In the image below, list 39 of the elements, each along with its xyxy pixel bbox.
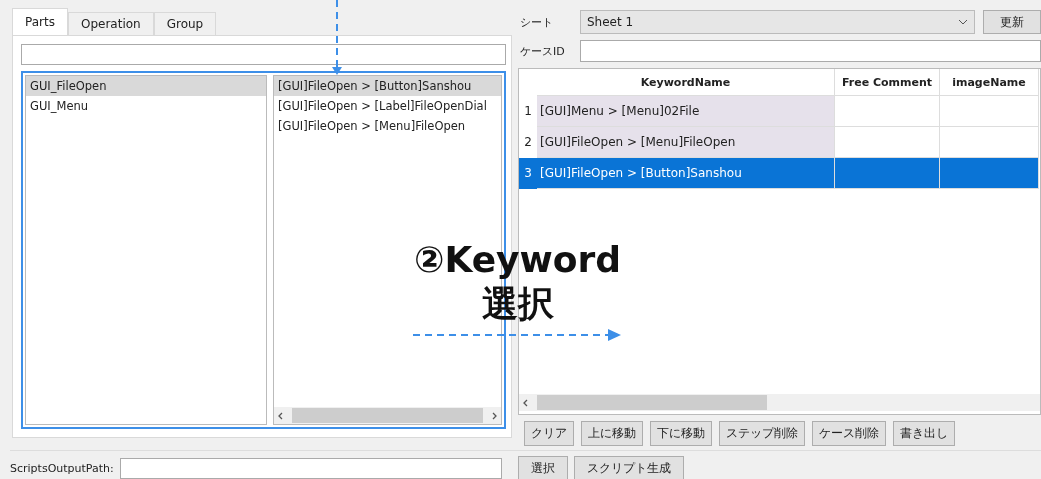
row-number: 1 [519, 95, 537, 127]
action-button[interactable]: スクリプト生成 [573, 455, 684, 479]
output-path-label: ScriptsOutputPath: [10, 461, 114, 475]
list-item[interactable]: [GUI]FileOpen > [Label]FileOpenDial [274, 96, 501, 116]
action-button[interactable]: 上に移動 [581, 421, 643, 446]
horizontal-scrollbar[interactable] [274, 407, 501, 424]
table-row[interactable]: 3 [GUI]FileOpen > [Button]Sanshou [519, 157, 1039, 189]
action-button[interactable]: 選択 [517, 455, 568, 479]
horizontal-scrollbar[interactable] [519, 394, 1040, 411]
row-number: 2 [519, 126, 537, 158]
case-id-label: ケースID [520, 43, 566, 59]
list-item[interactable]: GUI_FileOpen [26, 76, 266, 96]
tab[interactable]: Operation [67, 12, 154, 35]
table-cell: [GUI]FileOpen > [Menu]FileOpen [537, 126, 835, 158]
action-button[interactable]: ステップ削除 [719, 421, 805, 446]
case-id-field[interactable] [580, 40, 1041, 62]
action-button[interactable]: クリア [524, 421, 574, 446]
table-row[interactable]: 1 [GUI]Menu > [Menu]02File [519, 95, 1039, 127]
output-path-field[interactable] [119, 457, 502, 479]
action-button[interactable]: 書き出し [893, 421, 955, 446]
row-number: 3 [519, 157, 537, 189]
tab[interactable]: Parts [12, 8, 68, 35]
tab[interactable]: Group [153, 12, 217, 35]
table-cell: [GUI]Menu > [Menu]02File [537, 95, 835, 127]
table-row[interactable]: 2 [GUI]FileOpen > [Menu]FileOpen [519, 126, 1039, 158]
search-field[interactable] [21, 44, 506, 65]
update-button[interactable]: 更新 [983, 10, 1041, 34]
list-item[interactable]: [GUI]FileOpen > [Button]Sanshou [274, 76, 501, 96]
list-item[interactable]: [GUI]FileOpen > [Menu]FileOpen [274, 116, 501, 136]
sheet-dropdown[interactable]: Sheet 1 [580, 10, 975, 34]
column-header[interactable]: Free Comment [834, 69, 940, 96]
chevron-down-icon [958, 18, 968, 26]
list-item[interactable]: GUI_Menu [26, 96, 266, 116]
column-header[interactable]: KeywordName [537, 69, 835, 96]
sheet-label: シート [520, 14, 554, 30]
action-button[interactable]: ケース削除 [812, 421, 886, 446]
action-button[interactable]: 下に移動 [650, 421, 712, 446]
column-header[interactable]: imageName [939, 69, 1039, 96]
table-cell: [GUI]FileOpen > [Button]Sanshou [537, 157, 835, 189]
